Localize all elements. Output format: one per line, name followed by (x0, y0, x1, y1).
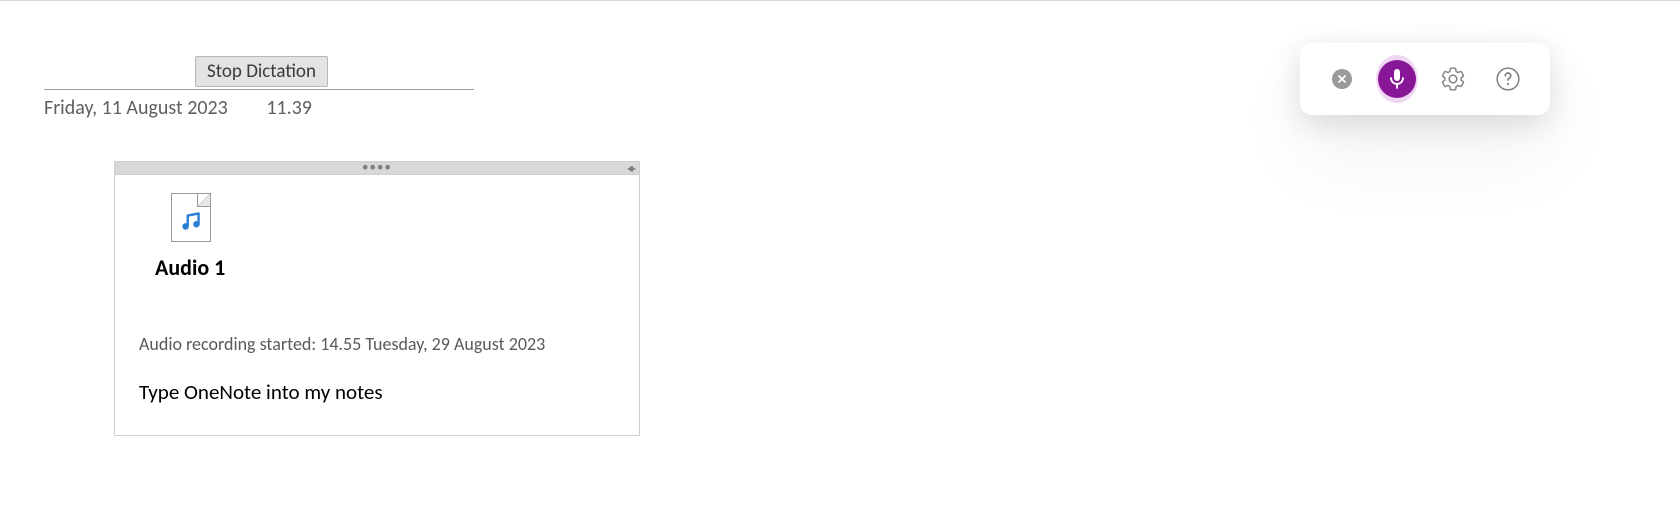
gear-icon (1440, 66, 1466, 92)
note-text-content[interactable]: Type OneNote into my notes (139, 379, 615, 405)
audio-recording-status: Audio recording started: 14.55 Tuesday, … (139, 333, 615, 355)
settings-button[interactable] (1432, 58, 1474, 100)
note-date: Friday, 11 August 2023 (44, 96, 228, 120)
expand-arrows-icon[interactable]: ◂▸ (627, 161, 633, 176)
note-body[interactable]: Audio 1 Audio recording started: 14.55 T… (115, 175, 639, 423)
microphone-icon (1378, 60, 1416, 98)
close-icon (1332, 69, 1352, 89)
dictation-toolbar (1300, 43, 1550, 115)
stop-dictation-tooltip: Stop Dictation (195, 56, 328, 87)
help-icon (1495, 66, 1521, 92)
microphone-button[interactable] (1376, 58, 1418, 100)
note-date-time-header: Friday, 11 August 2023 11.39 (44, 89, 474, 120)
close-dictation-button[interactable] (1321, 58, 1363, 100)
audio-file-title: Audio 1 (155, 254, 615, 281)
note-container[interactable]: •••• ◂▸ Audio 1 Audio recording started:… (114, 161, 640, 436)
note-container-drag-handle[interactable]: •••• ◂▸ (115, 162, 639, 175)
help-button[interactable] (1487, 58, 1529, 100)
audio-file-icon[interactable] (171, 193, 211, 242)
note-time: 11.39 (266, 96, 312, 120)
